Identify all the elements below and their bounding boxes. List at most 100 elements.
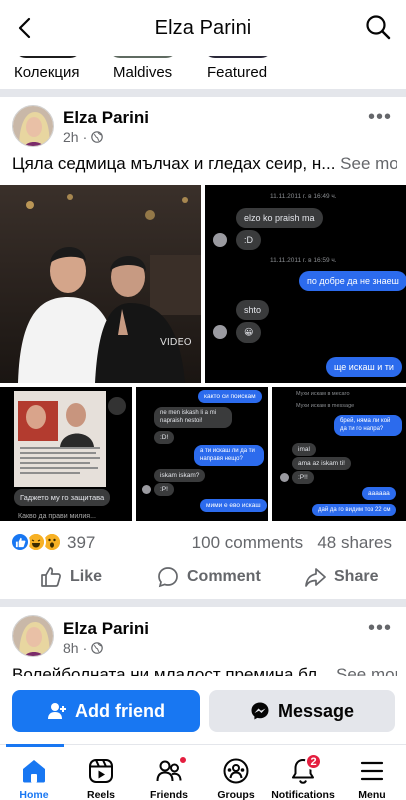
post-author[interactable]: Elza Parini [63, 619, 149, 639]
chat-bubble: дай да го видим тоз 22 см [312, 504, 397, 516]
post-photo-men[interactable]: VIDEO [0, 185, 201, 383]
groups-icon [223, 758, 249, 784]
post-options-icon[interactable]: ••• [368, 618, 392, 638]
post: Elza Parini 2h · ••• Цяла седмица мълчах… [0, 97, 406, 597]
chat-avatar [213, 325, 227, 339]
tab-label: Reels [86, 789, 116, 800]
tab-groups[interactable]: Groups [202, 745, 270, 800]
post-body: Цяла седмица мълчах и гледах сеир, н... [12, 154, 336, 173]
like-label: Like [70, 568, 103, 585]
chat-bubble: ще искаш и ти [326, 357, 402, 377]
post-photo-chat-c[interactable]: Мухи искам в месаго Мухи искам в message… [272, 387, 406, 521]
globe-icon [91, 642, 104, 654]
chat-bubble: а ти искаш ли да ти направя нещо? [194, 445, 264, 466]
page-title: Elza Parini [154, 16, 252, 39]
comment-icon [158, 567, 178, 588]
post-photo-chat-b[interactable]: както си поискам ne men iskash li a mi n… [136, 387, 268, 521]
shares-count[interactable]: 48 shares [317, 533, 392, 552]
meta-separator: · [82, 640, 88, 656]
chat-timestamp: Мухи искам в месаго [296, 391, 350, 397]
section-divider [0, 89, 406, 97]
tab-label: Home [19, 789, 49, 800]
section-divider [0, 599, 406, 607]
share-label: Share [334, 568, 379, 585]
comments-count[interactable]: 100 comments [192, 533, 304, 552]
post-meta: 8h · [63, 640, 104, 656]
chat-bubble: :D [236, 230, 261, 250]
chat-bubble: брей, няма ли кой да ти го напра? [334, 415, 402, 436]
comment-label: Comment [187, 568, 261, 585]
messenger-icon [251, 702, 269, 720]
chat-bubble: elzo ko praish ma [236, 208, 323, 228]
post-photo-chat[interactable]: 11.11.2011 г. в 16:49 ч. elzo ko praish … [205, 185, 406, 383]
post-author[interactable]: Elza Parini [63, 108, 149, 128]
chat-bubble: както си поискам [198, 390, 262, 403]
add-person-icon [48, 703, 66, 719]
share-icon [305, 568, 326, 587]
post-time: 2h [63, 129, 79, 145]
chat-bubble: imal [292, 443, 316, 456]
tab-label: Menu [358, 789, 386, 800]
tab-home[interactable]: Home [0, 744, 68, 800]
reaction-count: 397 [67, 533, 96, 552]
chat-timestamp: Мухи искам в message [296, 403, 355, 409]
post-text: Цяла седмица мълчах и гледах сеир, н... … [12, 154, 397, 174]
post-actions: Like Comment Share [0, 560, 406, 596]
tab-reels[interactable]: Reels [67, 745, 135, 800]
highlight-label: Колекция [14, 64, 80, 81]
like-button[interactable]: Like [40, 566, 102, 588]
notifications-badge: 2 [305, 753, 322, 770]
home-icon [23, 760, 45, 783]
friends-notification-dot [178, 755, 188, 765]
post-options-icon[interactable]: ••• [368, 107, 392, 127]
tab-friends[interactable]: Friends [135, 745, 203, 800]
reels-icon [89, 759, 113, 783]
chat-avatar [213, 233, 227, 247]
like-reaction-icon [10, 532, 30, 552]
active-tab-indicator [6, 744, 64, 747]
reactions-summary[interactable]: 397 100 comments 48 shares [0, 530, 406, 556]
svg-text:VIDEO: VIDEO [160, 337, 192, 348]
chat-bubble: :P!! [292, 471, 314, 484]
globe-icon [91, 131, 104, 143]
chat-bubble: ama az iskam ti! [292, 457, 351, 470]
like-icon [41, 567, 61, 587]
search-icon[interactable] [364, 13, 392, 41]
chat-bubble: :D! [154, 431, 175, 444]
chat-bubble: по добре да не знаеш [299, 271, 406, 291]
menu-icon [360, 761, 384, 781]
tab-notifications[interactable]: 2 Notifications [269, 745, 337, 800]
profile-feed-screen: Elza Parini Колекция Maldives Featured E… [0, 0, 406, 800]
chat-timestamp: 11.11.2011 г. в 16:59 ч. [270, 257, 337, 264]
avatar[interactable] [12, 105, 54, 147]
chat-bubble: Гаджето му го защитава [14, 489, 111, 506]
post-photo-chat-a[interactable]: Гаджето му го защитава Какво да прави ми… [0, 387, 132, 521]
tab-label: Groups [217, 789, 255, 800]
chat-avatar [280, 473, 289, 482]
post-stats: 100 comments 48 shares [192, 533, 392, 553]
tab-menu[interactable]: Menu [338, 745, 406, 800]
post: Elza Parini 8h · ••• Волейболната ни мла… [0, 607, 406, 684]
add-friend-label: Add friend [75, 700, 165, 721]
back-arrow-icon[interactable] [12, 14, 40, 42]
message-label: Message [277, 700, 355, 721]
post-meta: 2h · [63, 129, 104, 145]
chat-bubble: iskam iskam? [154, 469, 206, 482]
tab-label: Notifications [271, 789, 335, 800]
highlight-label: Featured [207, 64, 268, 81]
chat-caption: Какво да прави милия... [18, 513, 96, 520]
top-header: Elza Parini [0, 0, 406, 56]
chat-bubble: ne men iskash li a mi napraish nestoi! [154, 407, 232, 428]
see-more-link[interactable]: See more [340, 154, 397, 173]
chat-bubble: аааааа [362, 487, 396, 500]
add-friend-button[interactable]: Add friend [12, 690, 200, 732]
tab-label: Friends [150, 789, 188, 800]
highlight-label: Maldives [113, 64, 173, 81]
post-time: 8h [63, 640, 79, 656]
avatar[interactable] [12, 615, 54, 657]
share-button[interactable]: Share [304, 566, 378, 588]
comment-button[interactable]: Comment [157, 566, 261, 588]
chat-timestamp: 11.11.2011 г. в 16:49 ч. [270, 193, 337, 200]
message-button[interactable]: Message [209, 690, 395, 732]
chat-avatar [142, 485, 151, 494]
